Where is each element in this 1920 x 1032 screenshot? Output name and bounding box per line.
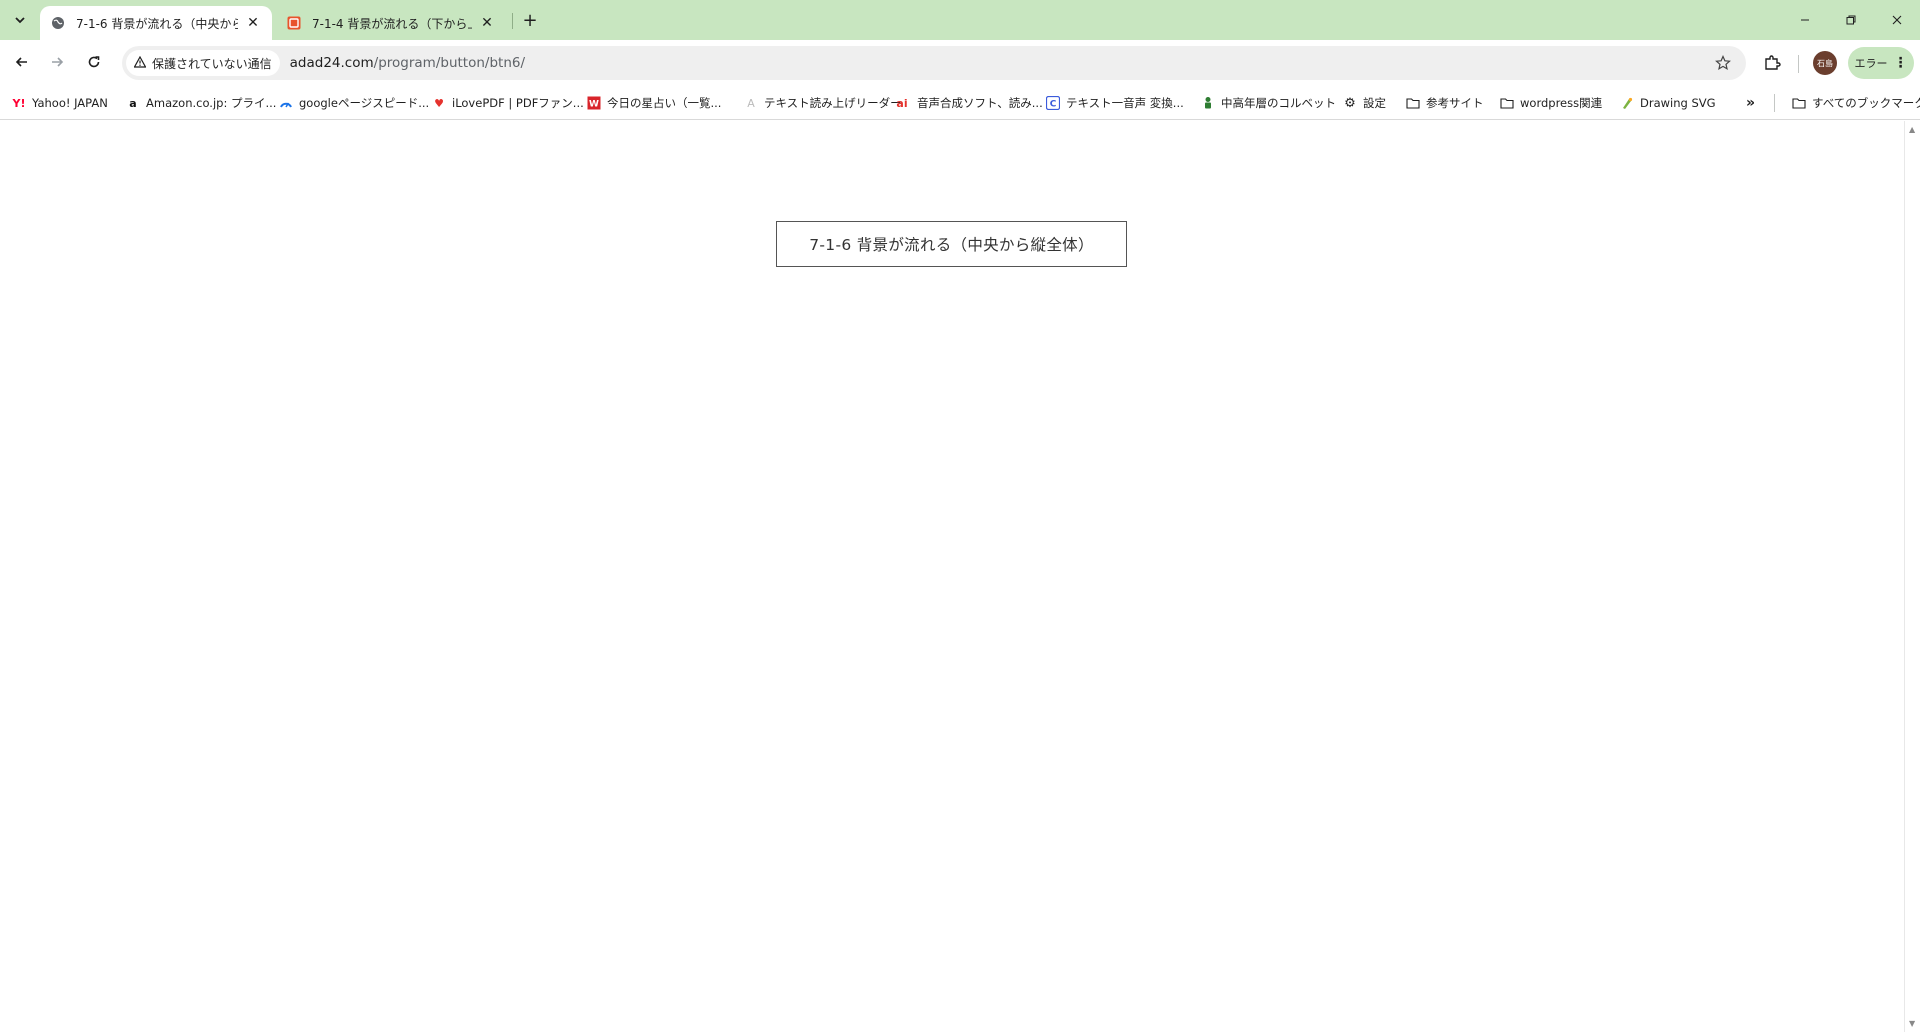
tab-active[interactable]: 7-1-6 背景が流れる（中央から縦 ✕ [40,6,272,40]
profile-avatar[interactable]: 石島 [1813,51,1837,75]
bookmarks-separator [1774,94,1775,112]
bookmark-label: 設定 [1363,96,1386,110]
chevron-down-icon [15,17,25,24]
tab-strip: 7-1-6 背景が流れる（中央から縦 ✕ 7-1-4 背景が流れる（下から上） … [0,0,1920,40]
bookmark-item[interactable]: ♥ iLovePDF | PDFファン... [432,94,584,112]
bookmark-folder[interactable]: 参考サイト [1406,94,1484,112]
close-tab-icon[interactable]: ✕ [478,14,496,32]
double-chevron-right-icon: » [1746,95,1756,111]
heart-icon: ♥ [434,96,444,110]
bookmarks-bar: Y! Yahoo! JAPAN a Amazon.co.jp: プライ... g… [0,86,1920,120]
bookmark-item[interactable]: Drawing SVG [1620,94,1716,112]
horoscope-icon: W [587,96,601,110]
url-domain: adad24.com [289,55,374,71]
minimize-button[interactable] [1782,0,1828,40]
tab-inactive[interactable]: 7-1-4 背景が流れる（下から上） ✕ [276,6,506,40]
pagespeed-icon [279,96,293,110]
minimize-icon [1801,19,1809,21]
bookmark-item[interactable]: 中高年層のコルベット [1201,94,1336,112]
reload-button[interactable] [79,47,109,77]
vertical-scrollbar[interactable]: ▲ ▼ [1904,121,1920,1032]
bookmark-star-button[interactable] [1708,48,1738,78]
bookmark-label: Amazon.co.jp: プライ... [146,96,277,110]
bookmark-label: Yahoo! JAPAN [32,96,108,110]
scroll-up-icon[interactable]: ▲ [1909,125,1915,134]
code-favicon-icon [286,15,302,31]
new-tab-button[interactable]: + [518,8,542,32]
page-content: 7-1-6 背景が流れる（中央から縦全体） [0,121,1904,1032]
all-bookmarks-label: すべてのブックマーク [1812,96,1920,110]
star-icon [1715,55,1731,71]
bookmark-label: 参考サイト [1426,96,1484,110]
svg-text:C: C [1050,100,1057,110]
restore-button[interactable] [1828,0,1874,40]
address-bar[interactable]: 保護されていない通信 adad24.com/program/button/btn… [122,46,1746,80]
yahoo-icon: Y! [12,96,26,110]
c-logo-icon: C [1046,96,1060,110]
figure-icon [1201,96,1215,110]
plus-icon: + [522,9,538,31]
arrow-left-icon [15,57,27,67]
ai-voice-icon: ai [896,96,908,110]
all-bookmarks-button[interactable]: すべてのブックマーク [1792,94,1920,112]
security-label: 保護されていない通信 [152,56,272,71]
bookmark-label: 音声合成ソフト、読み... [917,96,1043,110]
close-window-button[interactable] [1874,0,1920,40]
svg-text:W: W [589,100,599,110]
demo-button[interactable]: 7-1-6 背景が流れる（中央から縦全体） [776,221,1127,267]
extensions-button[interactable] [1758,49,1786,77]
amazon-icon: a [129,96,137,110]
folder-icon [1792,96,1806,110]
close-icon [1892,15,1902,25]
error-menu-button[interactable]: エラー ⋮ [1848,47,1914,79]
bookmark-item[interactable]: W 今日の星占い（一覧... [587,94,721,112]
close-tab-icon[interactable]: ✕ [244,14,262,32]
tab-search-button[interactable] [8,8,32,32]
tab-title: 7-1-4 背景が流れる（下から上） [312,16,472,31]
bookmark-label: 中高年層のコルベット [1221,96,1336,110]
tab-title: 7-1-6 背景が流れる（中央から縦 [76,16,238,31]
svg-icon [1620,96,1634,110]
more-bookmarks-button[interactable]: » [1746,94,1755,112]
bookmark-item[interactable]: ⚙ 設定 [1343,94,1386,112]
bookmark-item[interactable]: googleページスピード... [279,94,429,112]
bookmark-label: テキスト一音声 変換... [1066,96,1184,110]
more-vert-icon: ⋮ [1893,55,1908,71]
url-path: /program/button/btn6/ [373,55,526,71]
forward-button[interactable] [42,47,72,77]
bookmark-folder[interactable]: wordpress関連 [1500,94,1602,112]
restore-icon [1846,15,1856,25]
bookmark-item[interactable]: Y! Yahoo! JAPAN [12,94,108,112]
bookmark-item[interactable]: a Amazon.co.jp: プライ... [126,94,276,112]
tab-separator [512,13,513,29]
security-chip[interactable]: 保護されていない通信 [126,50,280,76]
puzzle-icon [1765,55,1781,70]
tts-icon: A [747,96,755,110]
scroll-down-icon[interactable]: ▼ [1909,1019,1915,1028]
bookmark-item[interactable]: A テキスト読み上げリーダー [744,94,902,112]
error-label: エラー [1854,57,1888,70]
reload-icon [88,56,100,68]
bookmark-item[interactable]: ai 音声合成ソフト、読み... [893,94,1043,112]
bookmark-label: Drawing SVG [1640,96,1716,110]
bookmark-item[interactable]: C テキスト一音声 変換... [1046,94,1184,112]
folder-icon [1500,96,1514,110]
warning-triangle-icon [133,55,147,71]
globe-icon [50,15,66,31]
arrow-right-icon [52,57,64,67]
bookmark-label: 今日の星占い（一覧... [607,96,722,110]
back-button[interactable] [7,47,37,77]
folder-icon [1406,96,1420,110]
bookmark-label: iLovePDF | PDFファン... [452,96,584,110]
bookmark-label: テキスト読み上げリーダー [764,96,902,110]
toolbar: 保護されていない通信 adad24.com/program/button/btn… [0,40,1920,86]
bookmark-label: googleページスピード... [299,96,430,110]
bookmark-label: wordpress関連 [1520,96,1603,110]
url-text[interactable]: adad24.com/program/button/btn6/ [290,55,1708,71]
toolbar-separator [1798,55,1799,73]
gear-icon: ⚙ [1344,95,1356,111]
